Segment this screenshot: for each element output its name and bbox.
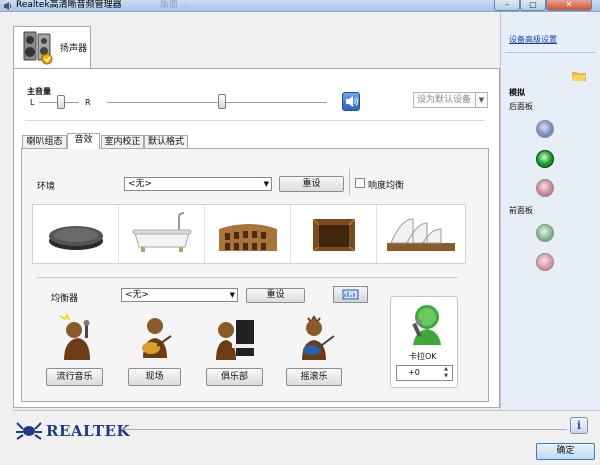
volume-icon (346, 96, 358, 107)
karaoke-mic-icon (412, 305, 441, 345)
env-colosseum[interactable] (205, 205, 291, 263)
advanced-device-settings-link[interactable]: 设备高级设置 (509, 34, 557, 45)
chevron-down-icon: ▼ (263, 180, 269, 188)
colosseum-icon (219, 224, 277, 251)
tab-sound-effects[interactable]: 音效 (67, 133, 100, 149)
balance-right-label: R (85, 98, 91, 107)
mute-button[interactable] (342, 92, 360, 111)
loudness-equalization-label: 响度均衡 (368, 181, 405, 191)
set-default-device-label: 设为默认设备 (417, 95, 472, 105)
equalizer-value: <无> (125, 290, 150, 300)
speaker-icon (23, 31, 53, 65)
line-in-jack-icon[interactable] (536, 120, 554, 138)
karaoke-label: 卡拉OK (409, 352, 437, 361)
mic-in-jack-icon[interactable] (536, 179, 554, 197)
preset-rock-button[interactable]: 摇滚乐 (286, 368, 342, 386)
folder-icon[interactable] (572, 70, 586, 81)
env-opera-house[interactable] (377, 205, 463, 263)
divider (349, 169, 350, 195)
equalizer-reset-button[interactable]: 重设 (246, 288, 305, 303)
environment-reset-button[interactable]: 重设 (279, 176, 344, 192)
tab-speaker-config[interactable]: 喇叭组态 (22, 135, 67, 148)
stepper-down-button[interactable]: ▼ (441, 373, 451, 380)
wooden-room-icon (312, 218, 356, 252)
env-stone[interactable] (33, 205, 119, 263)
tab-speakers[interactable]: 扬声器 (13, 26, 91, 70)
preset-pop-button[interactable]: 流行音乐 (46, 368, 103, 386)
stone-disc-icon (49, 226, 103, 250)
tab-speakers-label: 扬声器 (60, 44, 88, 54)
line-out-jack-icon[interactable] (536, 150, 554, 168)
equalizer-label: 均衡器 (51, 294, 79, 304)
loudness-equalization-checkbox[interactable] (355, 178, 365, 188)
guitarist-icon (142, 318, 172, 358)
stepper-up-button[interactable]: ▲ (441, 366, 451, 373)
main-volume-label: 主音量 (27, 87, 51, 96)
ok-button[interactable]: 确定 (536, 443, 595, 460)
close-button[interactable]: ✕ (546, 0, 592, 11)
divider (122, 429, 567, 430)
karaoke-value: +0 (408, 368, 420, 377)
chevron-down-icon: ▼ (475, 93, 487, 107)
volume-slider-track[interactable] (107, 102, 327, 104)
realtek-brand-text: REALTEK (46, 422, 130, 440)
analog-label: 模拟 (509, 88, 525, 97)
environment-label: 环境 (37, 182, 56, 192)
equalizer-dropdown[interactable]: <无> ▼ (121, 288, 238, 302)
eq-graph-icon (342, 289, 359, 300)
divider (37, 277, 458, 278)
equalizer-graph-button[interactable] (333, 286, 368, 303)
realtek-crab-logo (16, 422, 42, 440)
chevron-down-icon: ▼ (229, 291, 235, 299)
env-wooden-room[interactable] (291, 205, 377, 263)
pianist-icon (216, 320, 254, 360)
rear-panel-label: 后面板 (509, 102, 533, 111)
volume-slider-thumb[interactable] (218, 94, 226, 109)
divider (25, 120, 485, 121)
maximize-button[interactable]: □ (520, 0, 546, 11)
bathtub-icon (132, 212, 192, 252)
title-ghost-text: 版面 ... (160, 0, 190, 10)
rock-guitarist-icon (302, 315, 335, 360)
tab-room-correction[interactable]: 室内校正 (101, 135, 144, 148)
pop-singer-icon (59, 313, 90, 360)
front-mic-jack-icon[interactable] (536, 253, 554, 271)
minimize-button[interactable]: – (494, 0, 520, 11)
balance-left-label: L (30, 98, 35, 107)
front-headphone-jack-icon[interactable] (536, 224, 554, 242)
speaker-app-icon (4, 2, 12, 10)
tab-default-format[interactable]: 默认格式 (144, 135, 188, 148)
environment-dropdown[interactable]: <无> ▼ (124, 177, 272, 191)
environment-presets-strip (32, 204, 466, 264)
opera-house-icon (387, 218, 455, 251)
info-button[interactable]: i (570, 417, 588, 434)
preset-club-button[interactable]: 俱乐部 (206, 368, 263, 386)
preset-live-button[interactable]: 现场 (128, 368, 181, 386)
window-title: Realtek高清晰音频管理器 (16, 0, 122, 10)
set-default-device-dropdown[interactable]: 设为默认设备 ▼ (413, 92, 488, 108)
divider (13, 410, 600, 411)
env-bathroom[interactable] (119, 205, 205, 263)
balance-slider-thumb[interactable] (57, 95, 65, 109)
environment-value: <无> (128, 179, 153, 189)
front-panel-label: 前面板 (509, 206, 533, 215)
divider (505, 52, 595, 53)
